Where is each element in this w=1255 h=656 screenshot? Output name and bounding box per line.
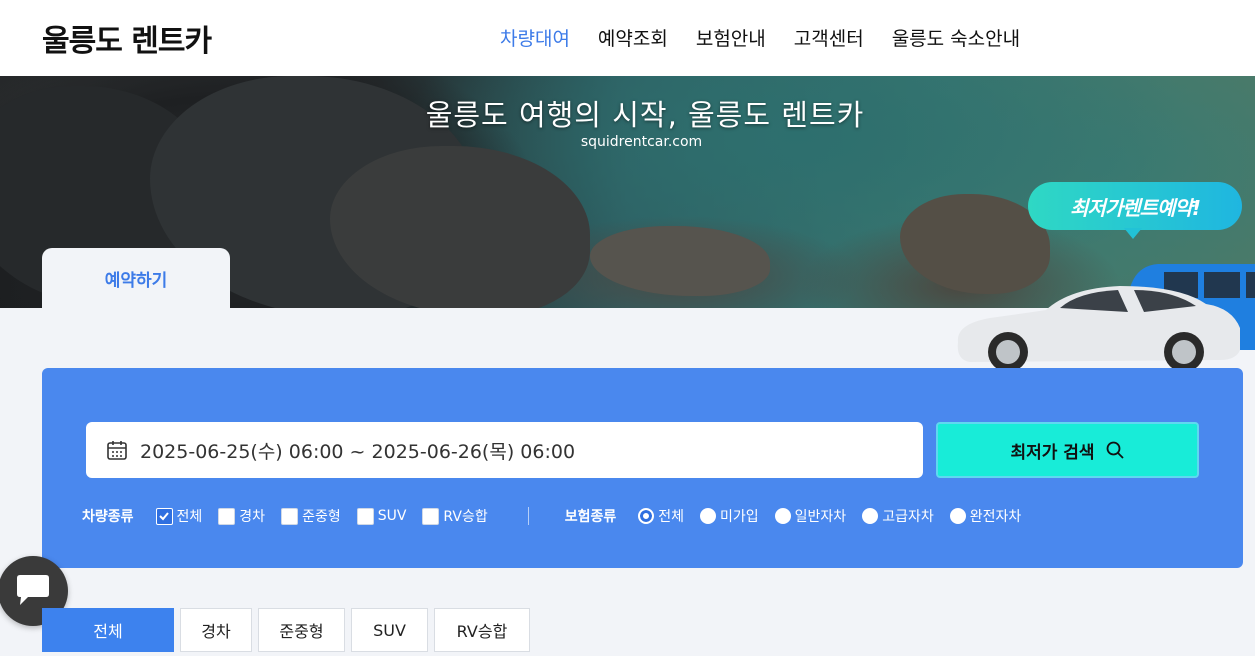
filter-row: 차량종류 전체 경차 준중형 SUV RV승합 보험종류 전체 미가입 일반자차… xyxy=(82,506,1037,526)
tab-reserve[interactable]: 예약하기 xyxy=(42,248,230,308)
insurance-option-premium[interactable]: 고급자차 xyxy=(862,506,934,526)
nav-item-customer-center[interactable]: 고객센터 xyxy=(794,24,864,51)
insurance-option-all[interactable]: 전체 xyxy=(638,506,684,526)
search-button-label: 최저가 검색 xyxy=(1010,442,1095,463)
nav-item-rental[interactable]: 차량대여 xyxy=(500,24,570,51)
radio-checked[interactable] xyxy=(638,508,655,524)
main-nav: 차량대여 예약조회 보험안내 고객센터 울릉도 숙소안내 xyxy=(500,24,1020,51)
vehicle-option-all[interactable]: 전체 xyxy=(155,506,203,526)
check-icon xyxy=(159,512,169,521)
category-tab-suv[interactable]: SUV xyxy=(351,608,428,652)
site-header: 울릉도 렌트카 차량대여 예약조회 보험안내 고객센터 울릉도 숙소안내 xyxy=(0,0,1255,76)
checkbox[interactable] xyxy=(218,507,236,525)
vehicle-option-compact[interactable]: 경차 xyxy=(218,506,265,526)
radio[interactable] xyxy=(774,508,791,524)
checkbox[interactable] xyxy=(422,507,440,525)
date-range-field[interactable]: 2025-06-25(수) 06:00 ~ 2025-06-26(목) 06:0… xyxy=(86,422,923,478)
hero-rock xyxy=(330,146,590,308)
category-tab-rv[interactable]: RV승합 xyxy=(434,608,530,652)
vehicle-option-midsize[interactable]: 준중형 xyxy=(281,506,341,526)
insurance-option-none[interactable]: 미가입 xyxy=(700,506,759,526)
promo-badge-tail xyxy=(1124,228,1142,239)
radio[interactable] xyxy=(700,508,717,524)
filter-divider xyxy=(527,507,529,525)
vehicle-option-rv[interactable]: RV승합 xyxy=(422,506,488,526)
lowest-price-search-button[interactable]: 최저가 검색 xyxy=(936,422,1199,478)
hero-subtitle: squidrentcar.com xyxy=(580,134,703,150)
vehicle-type-label: 차량종류 xyxy=(82,509,134,525)
site-logo[interactable]: 울릉도 렌트카 xyxy=(42,16,212,60)
nav-item-accommodation[interactable]: 울릉도 숙소안내 xyxy=(892,24,1020,51)
insurance-option-label: 고급자차 xyxy=(882,509,934,525)
vehicle-option-label: 경차 xyxy=(239,509,266,525)
chat-icon xyxy=(17,575,49,605)
vehicle-option-label: 전체 xyxy=(176,509,203,525)
insurance-option-label: 완전자차 xyxy=(969,509,1022,525)
nav-item-insurance[interactable]: 보험안내 xyxy=(696,24,766,51)
insurance-option-label: 미가입 xyxy=(720,509,759,525)
checkbox-checked[interactable] xyxy=(155,507,173,525)
radio[interactable] xyxy=(862,508,879,524)
date-range-value: 2025-06-25(수) 06:00 ~ 2025-06-26(목) 06:0… xyxy=(140,440,576,463)
category-tab-midsize[interactable]: 준중형 xyxy=(258,608,345,652)
search-panel: 2025-06-25(수) 06:00 ~ 2025-06-26(목) 06:0… xyxy=(42,368,1243,568)
insurance-option-standard[interactable]: 일반자차 xyxy=(774,506,847,526)
promo-badge[interactable]: 최저가렌트예약! xyxy=(1028,182,1242,230)
hero-rock xyxy=(590,226,770,296)
vehicle-option-suv[interactable]: SUV xyxy=(356,507,407,525)
vehicle-option-label: SUV xyxy=(377,508,407,524)
calendar-icon xyxy=(107,441,127,460)
insurance-option-label: 전체 xyxy=(658,509,685,525)
category-tab-all[interactable]: 전체 xyxy=(42,608,174,652)
vehicle-option-label: RV승합 xyxy=(443,509,488,525)
nav-item-reservation-lookup[interactable]: 예약조회 xyxy=(598,24,668,51)
radio[interactable] xyxy=(949,508,966,524)
checkbox[interactable] xyxy=(356,507,374,525)
checkbox[interactable] xyxy=(281,507,299,525)
category-tabs: 전체 경차 준중형 SUV RV승합 xyxy=(42,608,530,652)
insurance-option-full[interactable]: 완전자차 xyxy=(949,506,1022,526)
hero-title: 울릉도 여행의 시작, 울릉도 렌트카 xyxy=(425,98,865,132)
insurance-type-label: 보험종류 xyxy=(564,509,617,525)
insurance-option-label: 일반자차 xyxy=(794,509,847,525)
vehicle-option-label: 준중형 xyxy=(302,509,341,525)
search-icon xyxy=(1106,441,1124,459)
white-car-image xyxy=(957,286,1240,372)
category-tab-compact[interactable]: 경차 xyxy=(180,608,252,652)
